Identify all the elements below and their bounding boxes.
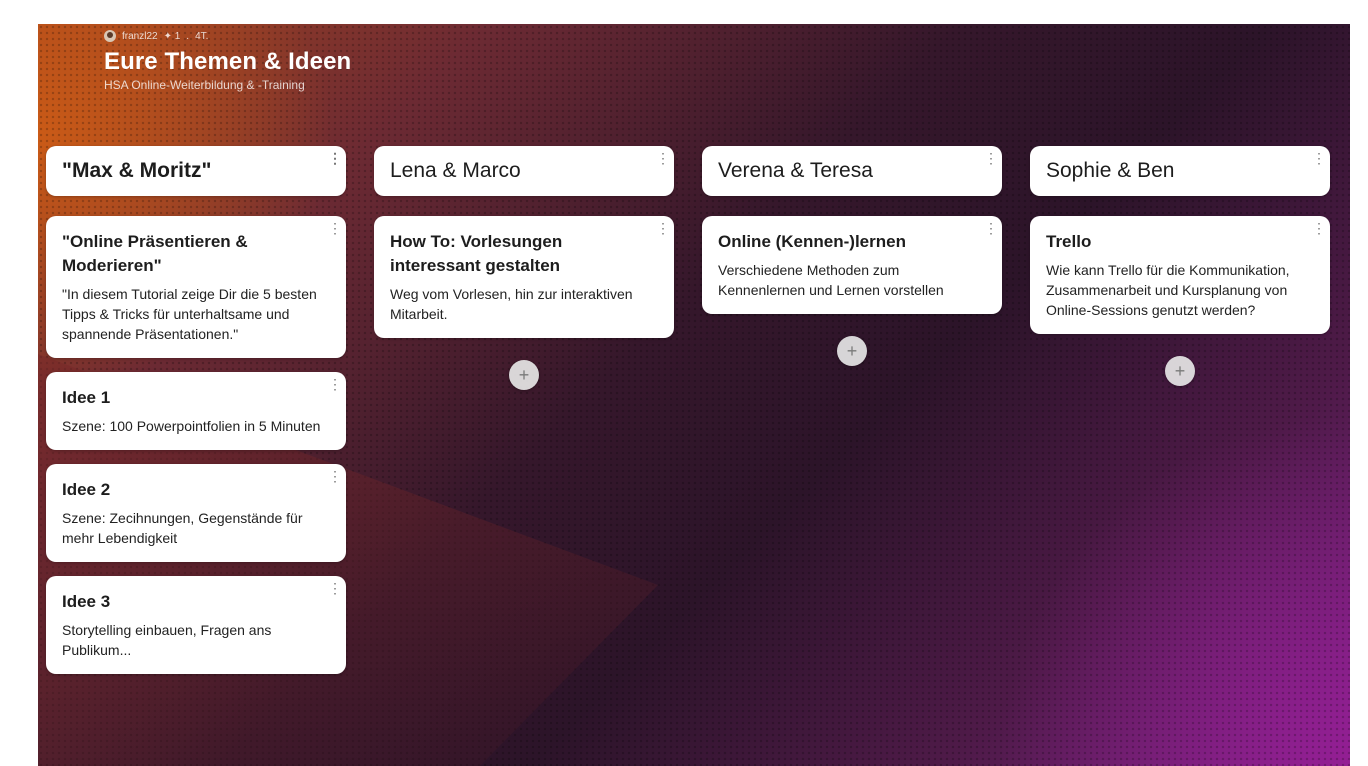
post-card[interactable]: Idee 2 Szene: Zecihnungen, Gegenstände f…	[46, 464, 346, 562]
more-options-icon[interactable]	[328, 222, 338, 234]
post-title: Trello	[1046, 232, 1092, 251]
column-header[interactable]: Sophie & Ben	[1030, 146, 1330, 196]
add-post-button[interactable]: +	[509, 360, 539, 390]
board-header: franzl22 ✦ 1 . 4T. Eure Themen & Ideen H…	[104, 30, 351, 92]
column-header[interactable]: "Max & Moritz"	[46, 146, 346, 196]
add-post-button[interactable]: +	[837, 336, 867, 366]
post-title: "Online Präsentieren & Moderieren"	[62, 232, 248, 275]
post-title: How To: Vorlesungen interessant gestalte…	[390, 232, 563, 275]
board-subtitle: HSA Online-Weiterbildung & -Training	[104, 78, 305, 92]
post-title: Online (Kennen-)lernen	[718, 232, 906, 251]
author-name[interactable]: franzl22	[122, 31, 158, 42]
post-card[interactable]: Online (Kennen-)lernen Verschiedene Meth…	[702, 216, 1002, 314]
column-header[interactable]: Lena & Marco	[374, 146, 674, 196]
post-age: 4T.	[195, 30, 209, 42]
column-lena-marco: Lena & Marco How To: Vorlesungen interes…	[374, 146, 674, 674]
post-card[interactable]: Idee 1 Szene: 100 Powerpointfolien in 5 …	[46, 372, 346, 450]
more-options-icon[interactable]	[984, 152, 994, 164]
more-options-icon[interactable]	[1312, 152, 1322, 164]
post-card[interactable]: Trello Wie kann Trello für die Kommunika…	[1030, 216, 1330, 334]
column-title: Lena & Marco	[390, 159, 521, 182]
column-verena-teresa: Verena & Teresa Online (Kennen-)lernen V…	[702, 146, 1002, 674]
board-title: Eure Themen & Ideen	[104, 48, 352, 75]
post-card[interactable]: Idee 3 Storytelling einbauen, Fragen ans…	[46, 576, 346, 674]
likes-count: ✦ 1	[163, 30, 181, 42]
post-body: Szene: 100 Powerpointfolien in 5 Minuten	[62, 418, 321, 434]
column-title: Verena & Teresa	[718, 159, 873, 182]
more-options-icon[interactable]	[1312, 222, 1322, 234]
user-avatar-icon[interactable]	[104, 30, 116, 42]
post-body: Weg vom Vorlesen, hin zur interaktiven M…	[390, 286, 633, 322]
post-title: Idee 1	[62, 388, 111, 407]
more-options-icon[interactable]	[984, 222, 994, 234]
post-card[interactable]: "Online Präsentieren & Moderieren" "In d…	[46, 216, 346, 358]
more-options-icon[interactable]	[328, 470, 338, 482]
column-title: Sophie & Ben	[1046, 159, 1175, 182]
board-meta: franzl22 ✦ 1 . 4T.	[104, 30, 351, 42]
columns-container: "Max & Moritz" "Online Präsentieren & Mo…	[46, 146, 1330, 674]
column-header[interactable]: Verena & Teresa	[702, 146, 1002, 196]
more-options-icon[interactable]	[656, 152, 666, 164]
more-options-icon[interactable]	[328, 378, 338, 390]
post-body: Verschiedene Methoden zum Kennenlernen u…	[718, 262, 944, 298]
add-post-button[interactable]: +	[1165, 356, 1195, 386]
post-body: Wie kann Trello für die Kommunikation, Z…	[1046, 262, 1290, 318]
column-max-moritz: "Max & Moritz" "Online Präsentieren & Mo…	[46, 146, 346, 674]
post-body: Storytelling einbauen, Fragen ans Publik…	[62, 622, 272, 658]
post-title: Idee 2	[62, 480, 111, 499]
post-title: Idee 3	[62, 592, 111, 611]
padlet-board: franzl22 ✦ 1 . 4T. Eure Themen & Ideen H…	[38, 24, 1350, 766]
column-sophie-ben: Sophie & Ben Trello Wie kann Trello für …	[1030, 146, 1330, 674]
post-body: "In diesem Tutorial zeige Dir die 5 best…	[62, 286, 317, 342]
post-card[interactable]: How To: Vorlesungen interessant gestalte…	[374, 216, 674, 338]
more-options-icon[interactable]	[656, 222, 666, 234]
dot-separator: .	[186, 30, 190, 42]
more-options-icon[interactable]	[328, 582, 338, 594]
more-options-icon[interactable]	[328, 152, 338, 164]
column-title: "Max & Moritz"	[62, 159, 212, 182]
post-body: Szene: Zecihnungen, Gegenstände für mehr…	[62, 510, 303, 546]
